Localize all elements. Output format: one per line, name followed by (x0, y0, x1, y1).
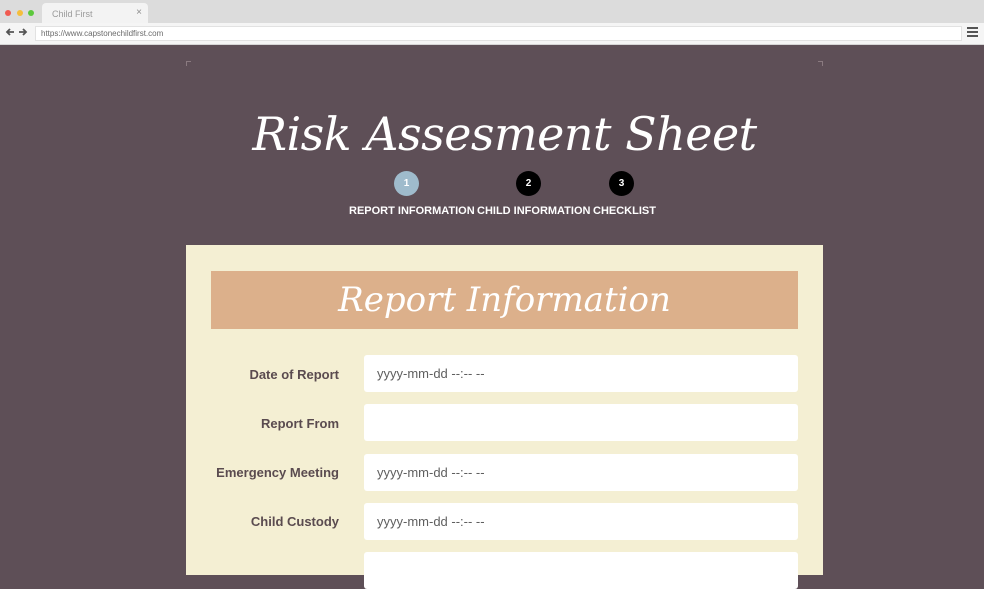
tab-title: Child First (52, 9, 93, 19)
report-from-label: Report From (261, 416, 339, 431)
next-field-input[interactable] (364, 552, 798, 589)
forward-arrow-icon[interactable] (18, 26, 28, 40)
step-2-label: CHILD INFORMATION (477, 205, 591, 217)
step-3-label: CHECKLIST (593, 205, 656, 217)
frame-corner-mark (818, 61, 823, 66)
section-title: Report Information (211, 271, 798, 329)
step-3-indicator[interactable]: 3 (609, 171, 634, 196)
step-1-indicator[interactable]: 1 (394, 171, 419, 196)
date-of-report-input[interactable]: yyyy-mm-dd --:-- -- (364, 355, 798, 392)
address-bar: https://www.capstonechildfirst.com (0, 23, 984, 45)
frame-corner-mark (186, 61, 191, 66)
step-1-label: REPORT INFORMATION (349, 205, 475, 217)
form-card: Report Information Date of Report yyyy-m… (186, 245, 823, 589)
tab-close-icon[interactable]: × (136, 7, 142, 18)
child-custody-label: Child Custody (250, 514, 339, 529)
page-title: Risk Assesment Sheet (252, 107, 757, 161)
hamburger-menu-icon[interactable] (967, 27, 978, 37)
url-field[interactable]: https://www.capstonechildfirst.com (35, 26, 962, 41)
close-window-icon[interactable] (5, 10, 11, 16)
child-custody-input[interactable]: yyyy-mm-dd --:-- -- (364, 503, 798, 540)
emergency-meeting-label: Emergency Meeting (216, 465, 339, 480)
emergency-meeting-input[interactable]: yyyy-mm-dd --:-- -- (364, 454, 798, 491)
browser-tab[interactable]: Child First × (42, 3, 148, 23)
minimize-window-icon[interactable] (17, 10, 23, 16)
date-of-report-label: Date of Report (249, 367, 339, 382)
browser-titlebar: Child First × (0, 0, 984, 23)
maximize-window-icon[interactable] (28, 10, 34, 16)
report-from-input[interactable] (364, 404, 798, 441)
step-2-indicator[interactable]: 2 (516, 171, 541, 196)
back-arrow-icon[interactable] (5, 26, 15, 40)
